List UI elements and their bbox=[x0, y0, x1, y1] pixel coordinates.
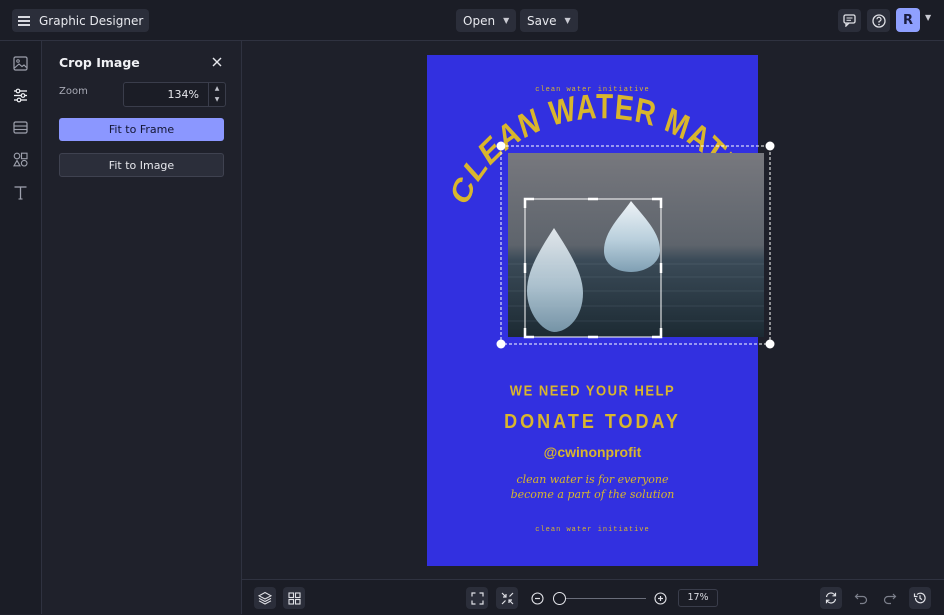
zoom-in-button[interactable] bbox=[649, 587, 671, 609]
poster-help-text[interactable]: WE NEED YOUR HELP bbox=[427, 382, 758, 399]
help-button[interactable] bbox=[867, 9, 890, 32]
rail-images[interactable] bbox=[12, 55, 29, 72]
zoom-label: Zoom bbox=[59, 86, 88, 97]
refresh-icon bbox=[825, 592, 837, 604]
image-icon bbox=[13, 56, 28, 71]
layers-button[interactable] bbox=[254, 587, 276, 609]
poster-script-line-1[interactable]: clean water is for everyone bbox=[427, 473, 758, 486]
zoom-in-icon bbox=[653, 591, 667, 605]
rail-layout[interactable] bbox=[12, 119, 29, 136]
canvas-zoom-input[interactable]: 17% bbox=[678, 589, 718, 607]
poster-bottom-tagline[interactable]: clean water initiative bbox=[427, 526, 758, 534]
save-dropdown[interactable]: Save ▼ bbox=[520, 9, 578, 32]
comments-button[interactable] bbox=[838, 9, 861, 32]
replace-image-button[interactable] bbox=[820, 587, 842, 609]
crop-photo-layer[interactable] bbox=[495, 139, 777, 351]
rail-text[interactable] bbox=[12, 184, 29, 201]
frame-handle-tl[interactable] bbox=[496, 141, 506, 151]
user-avatar[interactable]: R bbox=[896, 8, 920, 32]
sliders-icon bbox=[14, 88, 27, 103]
rail-shapes[interactable] bbox=[12, 151, 29, 168]
zoom-out-icon bbox=[530, 591, 544, 605]
layout-icon bbox=[13, 121, 28, 134]
frame-handle-bl[interactable] bbox=[496, 339, 506, 349]
chevron-down-icon[interactable]: ▼ bbox=[925, 13, 931, 22]
zoom-stepper[interactable]: ▲ ▼ bbox=[208, 83, 225, 106]
zoom-input[interactable]: 134% ▲ ▼ bbox=[123, 82, 226, 107]
history-icon bbox=[913, 592, 926, 604]
redo-button[interactable] bbox=[879, 587, 901, 609]
zoom-value: 134% bbox=[167, 88, 199, 101]
zoom-slider-handle[interactable] bbox=[553, 592, 566, 605]
close-icon bbox=[212, 57, 222, 67]
poster-donate-text[interactable]: DONATE TODAY bbox=[427, 409, 758, 433]
fit-to-image-button[interactable]: Fit to Image bbox=[59, 153, 224, 177]
bottom-toolbar: 17% bbox=[242, 579, 944, 615]
zoom-slider-track[interactable] bbox=[560, 598, 646, 599]
app-title: Graphic Designer bbox=[39, 13, 144, 28]
comment-icon bbox=[843, 14, 856, 27]
poster-handle-text[interactable]: @cwinonprofit bbox=[427, 444, 758, 460]
rail-adjust[interactable] bbox=[12, 87, 29, 104]
chevron-down-icon: ▼ bbox=[564, 16, 571, 25]
shapes-icon bbox=[13, 152, 28, 167]
fit-to-frame-button[interactable]: Fit to Frame bbox=[59, 118, 224, 141]
top-bar: Graphic Designer Open ▼ Save ▼ R ▼ bbox=[0, 0, 944, 41]
app-menu-button[interactable]: Graphic Designer bbox=[12, 9, 150, 32]
panel-title: Crop Image bbox=[59, 55, 140, 70]
undo-button[interactable] bbox=[850, 587, 872, 609]
close-panel-button[interactable] bbox=[210, 55, 224, 69]
frame-handle-br[interactable] bbox=[765, 339, 775, 349]
actual-size-button[interactable] bbox=[496, 587, 518, 609]
frame-handle-tr[interactable] bbox=[765, 141, 775, 151]
help-icon bbox=[871, 13, 886, 28]
grid-icon bbox=[287, 591, 301, 605]
zoom-out-button[interactable] bbox=[526, 587, 548, 609]
crop-image-panel: Crop Image Zoom 134% ▲ ▼ Fit to Frame Fi… bbox=[42, 41, 242, 614]
chevron-down-icon: ▼ bbox=[503, 16, 510, 25]
chevron-up-icon[interactable]: ▲ bbox=[209, 83, 225, 94]
tool-rail bbox=[0, 41, 42, 614]
hamburger-icon bbox=[18, 16, 30, 26]
chevron-down-icon[interactable]: ▼ bbox=[209, 94, 225, 105]
open-label: Open bbox=[463, 13, 496, 28]
history-button[interactable] bbox=[909, 587, 931, 609]
redo-icon bbox=[883, 593, 897, 605]
fit-screen-button[interactable] bbox=[466, 587, 488, 609]
grid-button[interactable] bbox=[283, 587, 305, 609]
undo-icon bbox=[854, 593, 868, 605]
collapse-icon bbox=[501, 592, 513, 604]
save-label: Save bbox=[527, 13, 557, 28]
layers-icon bbox=[258, 591, 272, 605]
text-icon bbox=[14, 186, 27, 200]
poster-script-line-2[interactable]: become a part of the solution bbox=[427, 488, 758, 501]
expand-icon bbox=[470, 591, 484, 605]
open-dropdown[interactable]: Open ▼ bbox=[456, 9, 517, 32]
